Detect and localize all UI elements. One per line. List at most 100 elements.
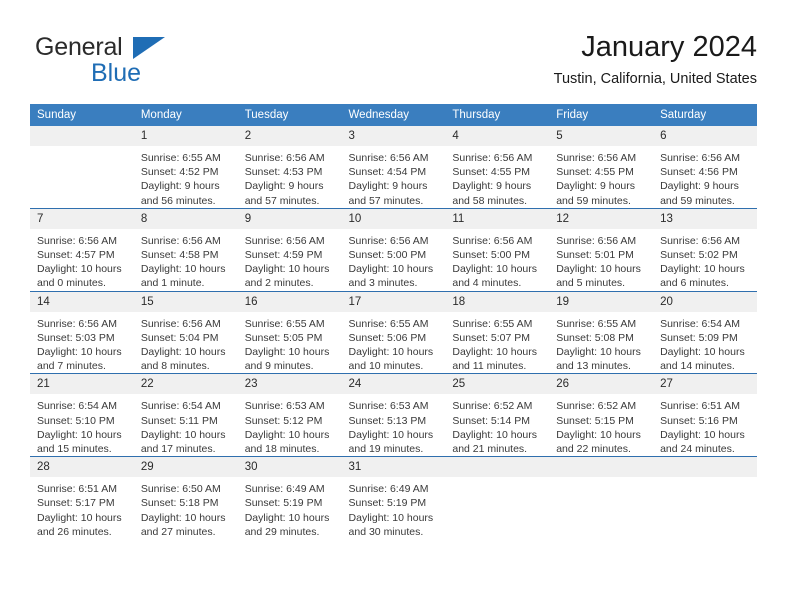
calendar-day-cell[interactable]: 24 Sunrise: 6:53 AM Sunset: 5:13 PM Dayligh…: [341, 373, 446, 457]
calendar-header-row: Sunday Monday Tuesday Wednesday Thursday…: [30, 104, 757, 126]
page-title: January 2024: [581, 31, 757, 63]
calendar-week-row: 7 Sunrise: 6:56 AM Sunset: 4:57 PM Daylight…: [30, 207, 757, 292]
daylight-text-line2: and 14 minutes.: [660, 360, 735, 373]
calendar-day-cell[interactable]: 28 Sunrise: 6:51 AM Sunset: 5:17 PM Dayligh…: [30, 456, 134, 540]
daylight-text-line1: Daylight: 9 hours: [556, 180, 636, 193]
weekday-header-thursday: Thursday: [445, 104, 550, 126]
logo-text-general: General: [35, 33, 123, 61]
daylight-text-line1: Daylight: 10 hours: [452, 346, 538, 359]
day-sun-info: Sunrise: 6:56 AM Sunset: 5:00 PM Daylight:…: [445, 229, 549, 291]
day-sun-info: Sunrise: 6:56 AM Sunset: 5:03 PM Daylight:…: [30, 312, 134, 374]
sunset-text: Sunset: 5:09 PM: [660, 331, 738, 344]
calendar-day-cell[interactable]: 23 Sunrise: 6:53 AM Sunset: 5:12 PM Dayligh…: [237, 373, 342, 457]
calendar-day-cell[interactable]: 25 Sunrise: 6:52 AM Sunset: 5:14 PM Dayligh…: [445, 373, 550, 457]
daylight-text-line1: Daylight: 10 hours: [348, 511, 434, 524]
calendar-day-cell[interactable]: 11 Sunrise: 6:56 AM Sunset: 5:00 PM Dayligh…: [445, 207, 550, 292]
sunset-text: Sunset: 5:11 PM: [140, 414, 218, 427]
day-sun-info: Sunrise: 6:54 AM Sunset: 5:09 PM Daylight:…: [653, 312, 757, 374]
day-number: 1: [133, 126, 238, 146]
sunrise-text: Sunrise: 6:56 AM: [244, 152, 325, 164]
day-sun-info: Sunrise: 6:56 AM Sunset: 4:55 PM Daylight:…: [445, 146, 549, 208]
day-sun-info: Sunrise: 6:56 AM Sunset: 4:59 PM Daylight:…: [238, 229, 342, 291]
calendar-day-cell[interactable]: 29 Sunrise: 6:50 AM Sunset: 5:18 PM Dayligh…: [133, 456, 238, 540]
daylight-text-line2: and 4 minutes.: [452, 277, 522, 290]
daylight-text-line2: and 27 minutes.: [140, 525, 216, 538]
calendar-day-cell[interactable]: 20 Sunrise: 6:54 AM Sunset: 5:09 PM Dayligh…: [653, 290, 757, 374]
day-sun-info: Sunrise: 6:52 AM Sunset: 5:14 PM Daylight:…: [445, 394, 549, 456]
calendar-day-cell[interactable]: 5 Sunrise: 6:56 AM Sunset: 4:55 PM Daylight…: [549, 126, 654, 209]
weekday-header-saturday: Saturday: [653, 104, 757, 126]
sunset-text: Sunset: 5:07 PM: [452, 331, 531, 344]
sunset-text: Sunset: 5:00 PM: [348, 249, 427, 262]
day-number: 28: [30, 457, 134, 478]
calendar-day-cell[interactable]: 9 Sunrise: 6:56 AM Sunset: 4:59 PM Daylight…: [237, 207, 342, 292]
weekday-header-sunday: Sunday: [30, 104, 134, 126]
sunset-text: Sunset: 4:58 PM: [140, 249, 219, 262]
calendar-day-cell[interactable]: 15 Sunrise: 6:56 AM Sunset: 5:04 PM Dayligh…: [133, 290, 238, 374]
calendar-day-cell[interactable]: 26 Sunrise: 6:52 AM Sunset: 5:15 PM Dayligh…: [549, 373, 654, 457]
day-sun-info: Sunrise: 6:56 AM Sunset: 4:56 PM Daylight:…: [653, 146, 757, 208]
daylight-text-line1: Daylight: 10 hours: [348, 263, 434, 276]
weekday-header-monday: Monday: [133, 104, 238, 126]
sunrise-text: Sunrise: 6:56 AM: [556, 152, 637, 164]
calendar-day-cell[interactable]: 16 Sunrise: 6:55 AM Sunset: 5:05 PM Dayligh…: [237, 290, 342, 374]
sunrise-text: Sunrise: 6:56 AM: [452, 234, 533, 247]
sunrise-text: Sunrise: 6:52 AM: [556, 400, 637, 413]
sunrise-text: Sunrise: 6:56 AM: [348, 152, 429, 164]
calendar-day-cell[interactable]: 30 Sunrise: 6:49 AM Sunset: 5:19 PM Dayligh…: [237, 456, 342, 540]
day-sun-info: Sunrise: 6:56 AM Sunset: 5:01 PM Daylight:…: [549, 229, 653, 291]
sunrise-text: Sunrise: 6:54 AM: [660, 317, 741, 330]
calendar-day-cell[interactable]: 19 Sunrise: 6:55 AM Sunset: 5:08 PM Dayligh…: [549, 290, 654, 374]
daylight-text-line2: and 56 minutes.: [140, 194, 216, 207]
daylight-text-line2: and 13 minutes.: [556, 360, 631, 373]
daylight-text-line1: Daylight: 10 hours: [660, 346, 745, 359]
day-sun-info: Sunrise: 6:56 AM Sunset: 5:00 PM Daylight:…: [342, 229, 446, 291]
calendar-day-cell[interactable]: 2 Sunrise: 6:56 AM Sunset: 4:53 PM Daylight…: [237, 126, 342, 209]
day-number: 15: [133, 291, 238, 312]
daylight-text-line2: and 17 minutes.: [140, 443, 216, 456]
sunset-text: Sunset: 4:57 PM: [37, 249, 115, 262]
calendar-day-cell[interactable]: 21 Sunrise: 6:54 AM Sunset: 5:10 PM Dayligh…: [30, 373, 134, 457]
calendar-day-cell[interactable]: 4 Sunrise: 6:56 AM Sunset: 4:55 PM Daylight…: [445, 126, 550, 209]
daylight-text-line2: and 59 minutes.: [660, 194, 735, 207]
calendar-day-cell[interactable]: 8 Sunrise: 6:56 AM Sunset: 4:58 PM Daylight…: [133, 207, 238, 292]
day-number: 31: [341, 457, 446, 478]
page-header: General Blue January 2024 Tustin, Califo…: [0, 0, 792, 104]
sunset-text: Sunset: 5:15 PM: [556, 414, 634, 427]
sunrise-text: Sunrise: 6:56 AM: [244, 234, 325, 247]
calendar-day-cell[interactable]: 10 Sunrise: 6:56 AM Sunset: 5:00 PM Dayligh…: [341, 207, 446, 292]
sunset-text: Sunset: 5:19 PM: [348, 497, 427, 510]
day-number: 16: [237, 291, 342, 312]
daylight-text-line2: and 22 minutes.: [556, 443, 631, 456]
calendar-day-cell[interactable]: 18 Sunrise: 6:55 AM Sunset: 5:07 PM Dayligh…: [445, 290, 550, 374]
daylight-text-line2: and 57 minutes.: [348, 194, 424, 207]
sunrise-text: Sunrise: 6:56 AM: [140, 317, 221, 330]
daylight-text-line2: and 57 minutes.: [244, 194, 320, 207]
triangle-icon: [133, 37, 165, 59]
sunset-text: Sunset: 5:19 PM: [244, 497, 323, 510]
calendar-day-cell[interactable]: 31 Sunrise: 6:49 AM Sunset: 5:19 PM Dayligh…: [341, 456, 446, 540]
daylight-text-line1: Daylight: 10 hours: [244, 428, 330, 441]
calendar-week-row: 1 Sunrise: 6:55 AM Sunset: 4:52 PM Daylight…: [30, 126, 757, 209]
calendar-table: Sunday Monday Tuesday Wednesday Thursday…: [30, 104, 757, 540]
calendar-day-cell[interactable]: 14 Sunrise: 6:56 AM Sunset: 5:03 PM Dayligh…: [30, 290, 134, 374]
calendar-page: General Blue January 2024 Tustin, Califo…: [0, 0, 792, 612]
daylight-text-line2: and 59 minutes.: [556, 194, 631, 207]
calendar-day-cell[interactable]: 1 Sunrise: 6:55 AM Sunset: 4:52 PM Daylight…: [133, 126, 238, 209]
calendar-day-cell[interactable]: 12 Sunrise: 6:56 AM Sunset: 5:01 PM Dayligh…: [549, 207, 654, 292]
calendar-day-cell[interactable]: 6 Sunrise: 6:56 AM Sunset: 4:56 PM Daylight…: [653, 126, 757, 209]
daylight-text-line1: Daylight: 10 hours: [556, 263, 641, 276]
calendar-day-cell[interactable]: 13 Sunrise: 6:56 AM Sunset: 5:02 PM Dayligh…: [653, 207, 757, 292]
calendar-day-cell[interactable]: 22 Sunrise: 6:54 AM Sunset: 5:11 PM Dayligh…: [133, 373, 238, 457]
calendar-day-cell[interactable]: 17 Sunrise: 6:55 AM Sunset: 5:06 PM Dayligh…: [341, 290, 446, 374]
day-number: 4: [445, 126, 550, 146]
sunset-text: Sunset: 5:06 PM: [348, 331, 427, 344]
calendar-day-cell[interactable]: 27 Sunrise: 6:51 AM Sunset: 5:16 PM Dayligh…: [653, 373, 757, 457]
calendar-day-cell[interactable]: 3 Sunrise: 6:56 AM Sunset: 4:54 PM Daylight…: [341, 126, 446, 209]
sunrise-text: Sunrise: 6:55 AM: [140, 152, 221, 164]
daylight-text-line1: Daylight: 10 hours: [556, 346, 641, 359]
daylight-text-line2: and 2 minutes.: [244, 277, 314, 290]
calendar-day-cell[interactable]: 7 Sunrise: 6:56 AM Sunset: 4:57 PM Daylight…: [30, 207, 134, 292]
daylight-text-line2: and 58 minutes.: [452, 194, 528, 207]
daylight-text-line2: and 7 minutes.: [37, 360, 106, 373]
